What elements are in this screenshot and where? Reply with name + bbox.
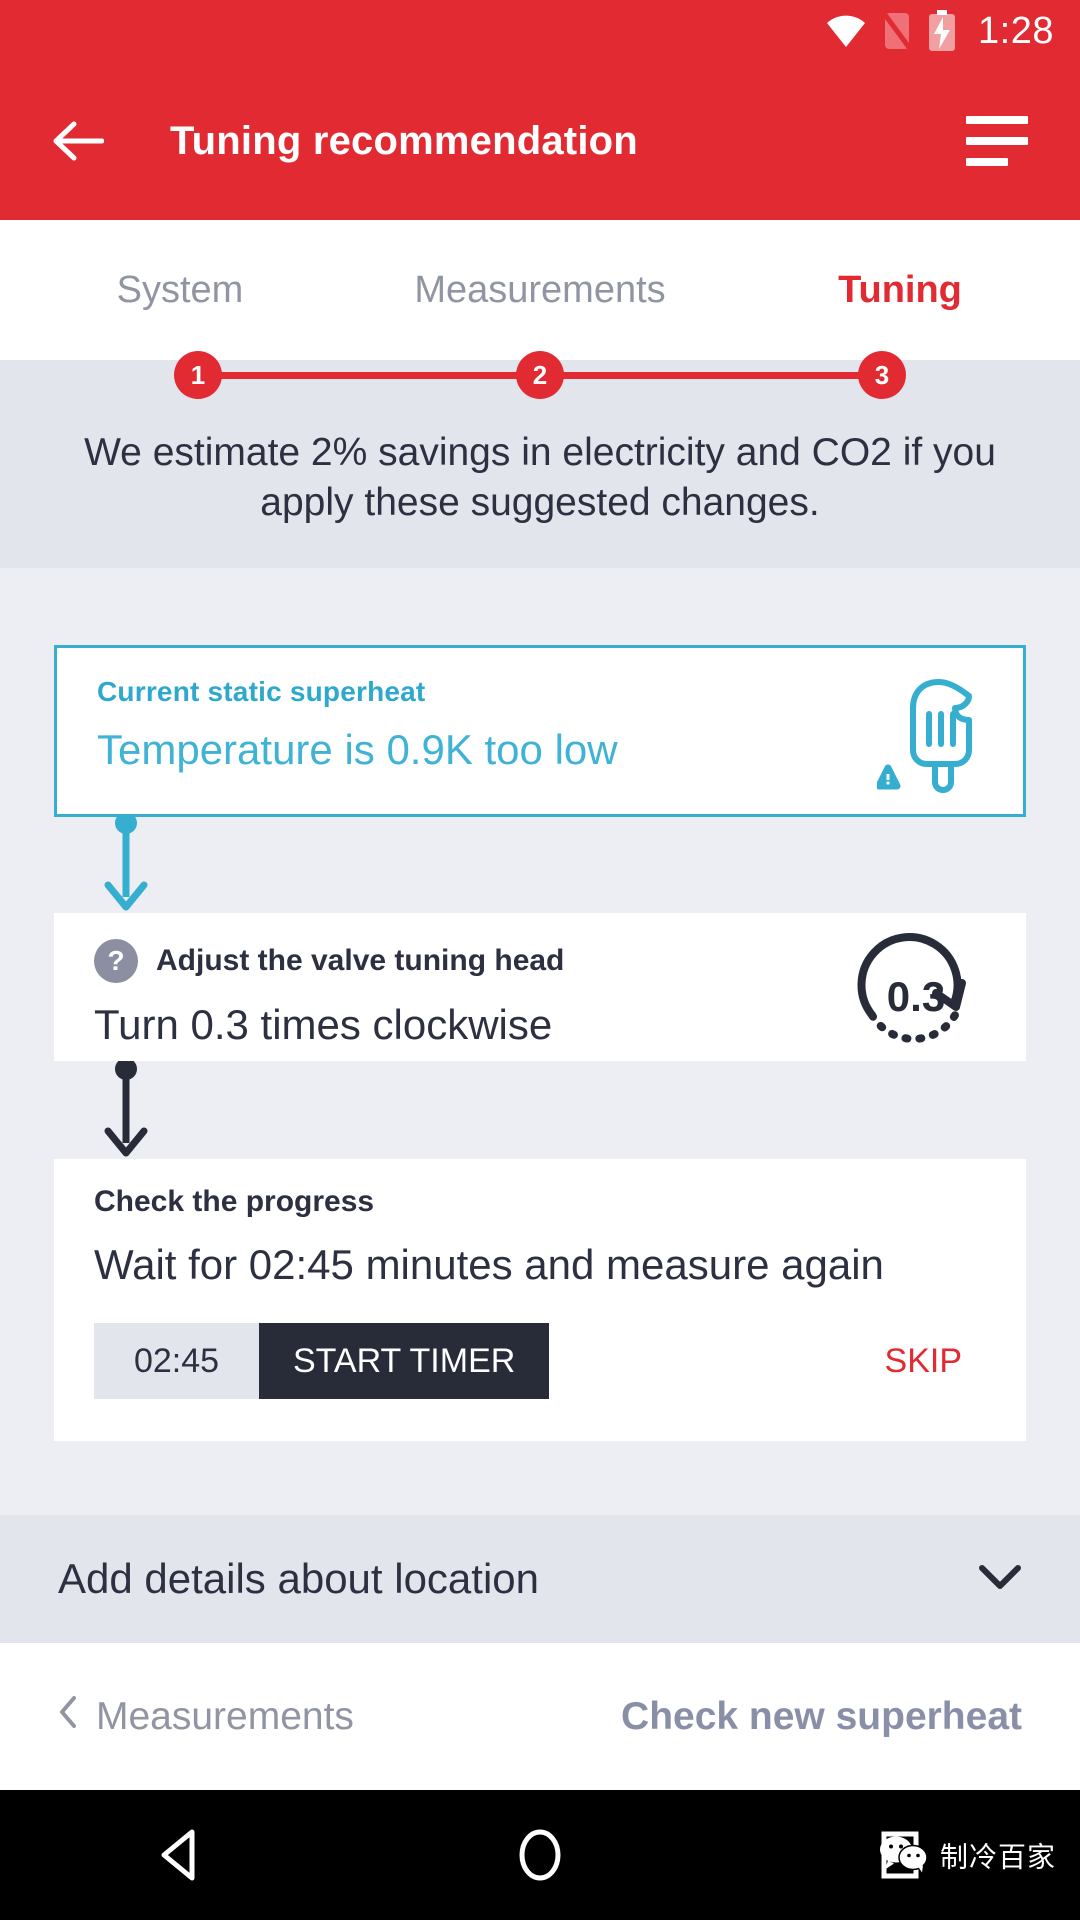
android-home-icon[interactable] — [360, 1827, 720, 1883]
nav-prev-label: Measurements — [96, 1694, 354, 1738]
step-dot-1[interactable]: 1 — [174, 351, 222, 399]
battery-charging-icon — [928, 10, 956, 52]
popsicle-warning-icon — [875, 674, 989, 799]
android-back-icon[interactable] — [0, 1827, 360, 1883]
nav-prev-button[interactable]: Measurements — [58, 1695, 354, 1739]
location-label: Add details about location — [58, 1555, 540, 1602]
superheat-value: Temperature is 0.9K too low — [97, 726, 618, 773]
tab-system[interactable]: System — [0, 269, 360, 312]
question-mark-icon[interactable]: ? — [94, 939, 138, 983]
start-timer-button[interactable]: START TIMER — [259, 1323, 550, 1399]
app-header: Tuning recommendation — [0, 62, 1080, 220]
stepper-tabs: System Measurements Tuning — [0, 220, 1080, 360]
progress-card[interactable]: Check the progress Wait for 02:45 minute… — [54, 1159, 1026, 1441]
main-content: Current static superheat Temperature is … — [0, 568, 1080, 1640]
hamburger-menu-icon[interactable] — [966, 116, 1028, 166]
status-clock: 1:28 — [978, 9, 1054, 52]
nav-next-button[interactable]: Check new superheat — [621, 1695, 1022, 1739]
status-bar: 1:28 — [0, 0, 1080, 62]
skip-button[interactable]: SKIP — [885, 1342, 962, 1381]
progress-actions: 02:45 START TIMER SKIP — [94, 1323, 992, 1399]
step-progress-line: 1 2 3 — [0, 345, 1080, 405]
wechat-icon — [878, 1833, 930, 1878]
app-root: 1:28 Tuning recommendation System Measur… — [0, 0, 1080, 1920]
connector-arrow-dark — [96, 1058, 156, 1159]
progress-title: Check the progress — [94, 1185, 375, 1218]
rotate-value: 0.3 — [887, 973, 945, 1020]
tab-tuning[interactable]: Tuning — [720, 269, 1080, 312]
watermark-text: 制冷百家 — [939, 1841, 1056, 1872]
tab-measurements[interactable]: Measurements — [360, 269, 720, 312]
back-arrow-icon[interactable] — [52, 115, 104, 167]
timer-value-chip: 02:45 — [94, 1323, 259, 1399]
savings-text: We estimate 2% savings in electricity an… — [84, 431, 996, 524]
page-title: Tuning recommendation — [170, 118, 638, 163]
chevron-down-icon[interactable] — [978, 1563, 1022, 1596]
wechat-watermark: 制冷百家 — [878, 1833, 1056, 1878]
wifi-icon — [826, 14, 866, 48]
android-system-bar: 制冷百家 — [0, 1790, 1080, 1920]
step-dot-3[interactable]: 3 — [858, 351, 906, 399]
sim-off-icon — [882, 11, 913, 51]
connector-arrow-teal — [96, 812, 156, 913]
valve-title: Adjust the valve tuning head — [156, 944, 565, 977]
valve-card[interactable]: ? Adjust the valve tuning head Turn 0.3 … — [54, 913, 1026, 1061]
superheat-card[interactable]: Current static superheat Temperature is … — [54, 645, 1026, 817]
rotate-clockwise-icon: 0.3 — [850, 931, 982, 1068]
progress-text: Wait for 02:45 minutes and measure again — [94, 1241, 884, 1288]
location-expander[interactable]: Add details about location — [0, 1515, 1080, 1643]
chevron-left-icon — [58, 1695, 78, 1739]
bottom-navigation: Measurements Check new superheat — [0, 1643, 1080, 1790]
step-dot-2[interactable]: 2 — [516, 351, 564, 399]
superheat-label: Current static superheat — [97, 676, 426, 707]
